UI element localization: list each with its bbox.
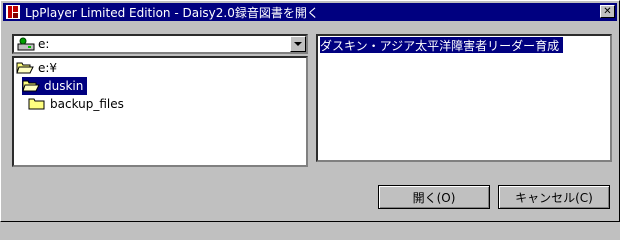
title-bar[interactable]: LpPlayer Limited Edition - Daisy2.0録音図書を… — [3, 3, 617, 21]
drive-select[interactable]: e: — [12, 34, 308, 54]
open-folder-icon — [22, 80, 40, 92]
tree-item-label: duskin — [44, 79, 84, 93]
close-icon: ✕ — [603, 5, 612, 17]
tree-item-backup-files[interactable]: backup_files — [28, 95, 124, 113]
cancel-button[interactable]: キャンセル(C) — [498, 185, 610, 209]
book-list[interactable]: ダスキン・アジア太平洋障害者リーダー育成 — [316, 34, 612, 162]
drive-dropdown-button[interactable] — [290, 36, 306, 52]
tree-item-label: backup_files — [50, 97, 124, 111]
tree-item-label: e:¥ — [38, 61, 58, 75]
folder-icon — [28, 98, 45, 110]
folder-tree[interactable]: e:¥ duskin backup_files — [12, 56, 308, 167]
drive-select-value: e: — [38, 37, 50, 51]
tree-item-drive[interactable]: e:¥ — [16, 59, 57, 77]
close-button[interactable]: ✕ — [600, 5, 615, 18]
drive-icon — [17, 37, 35, 51]
tree-item-duskin[interactable]: duskin — [22, 77, 88, 95]
cancel-button-label: キャンセル(C) — [515, 190, 593, 205]
open-folder-icon — [16, 62, 34, 74]
open-book-dialog: LpPlayer Limited Edition - Daisy2.0録音図書を… — [0, 0, 620, 222]
window-title: LpPlayer Limited Edition - Daisy2.0録音図書を… — [25, 5, 319, 20]
open-button[interactable]: 開く(O) — [378, 185, 490, 209]
open-button-label: 開く(O) — [412, 190, 456, 205]
list-item[interactable]: ダスキン・アジア太平洋障害者リーダー育成 — [320, 37, 564, 53]
app-icon — [6, 5, 20, 19]
chevron-down-icon — [294, 41, 302, 46]
